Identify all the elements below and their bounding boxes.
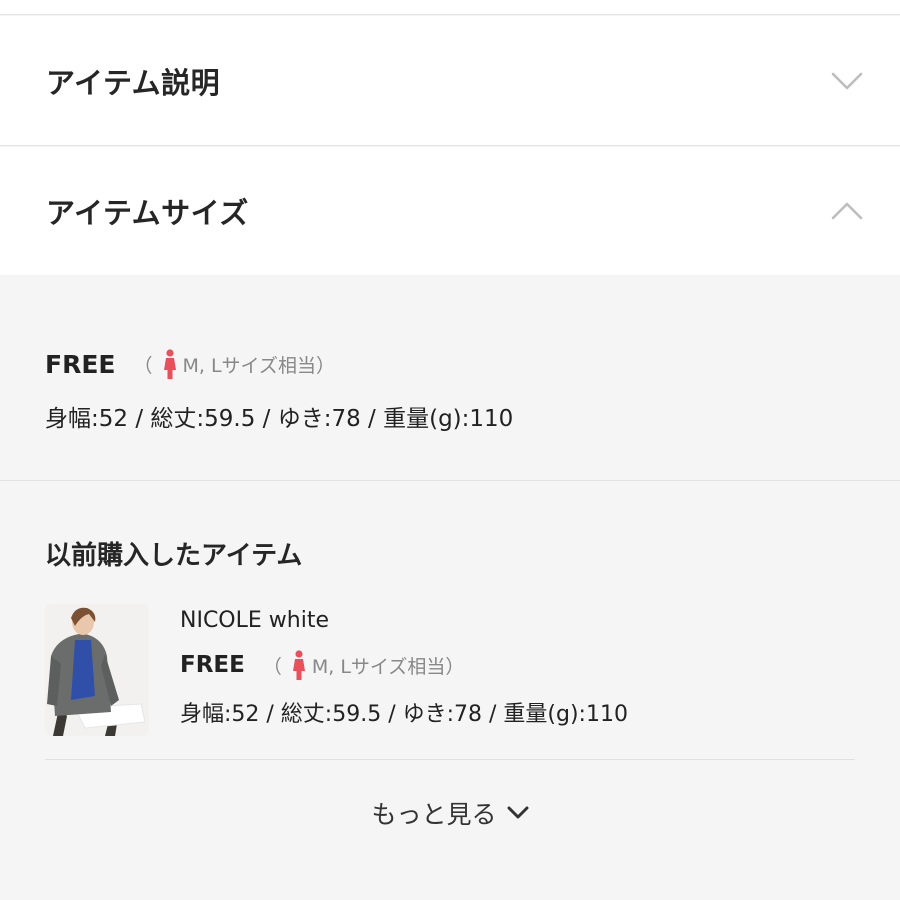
size-note-text: M, Lサイズ相当） [182, 354, 336, 377]
item-size-row: FREE （ M, Lサイズ相当） [180, 650, 464, 680]
item-size-note-text: M, Lサイズ相当） [311, 655, 465, 678]
woman-icon [292, 650, 306, 680]
woman-icon [163, 349, 177, 379]
chevron-down-icon [507, 806, 529, 820]
divider [45, 759, 855, 760]
item-description-title: アイテム説明 [46, 65, 221, 100]
previous-items-title: 以前購入したアイテム [45, 541, 303, 571]
item-size-accordion[interactable]: アイテムサイズ [0, 147, 900, 275]
item-name: NICOLE white [180, 608, 329, 633]
size-dimensions: 身幅:52 / 総丈:59.5 / ゆき:78 / 重量(g):110 [45, 406, 514, 432]
item-size-label: FREE [180, 652, 245, 678]
item-description-accordion[interactable]: アイテム説明 [0, 16, 900, 146]
size-note-open: （ [133, 354, 153, 377]
show-more-button[interactable]: もっと見る [0, 795, 900, 831]
chevron-up-icon [830, 194, 864, 228]
show-more-label: もっと見る [371, 800, 497, 829]
previous-item-info: NICOLE white FREE （ M, Lサイズ相当） 身幅:52 / 総… [180, 604, 855, 739]
item-dimensions: 身幅:52 / 総丈:59.5 / ゆき:78 / 重量(g):110 [180, 702, 628, 727]
item-size-title: アイテムサイズ [46, 196, 249, 230]
top-strip [0, 0, 900, 15]
chevron-down-icon [830, 64, 864, 98]
size-label: FREE [45, 349, 116, 379]
item-size-panel: FREE （ M, Lサイズ相当） 身幅:52 / 総丈:59.5 / ゆき:7… [0, 275, 900, 481]
size-equivalent-note: （ M, Lサイズ相当） [133, 349, 335, 379]
item-size-equivalent-note: （ M, Lサイズ相当） [262, 650, 465, 680]
previous-item-card[interactable]: NICOLE white FREE （ M, Lサイズ相当） 身幅:52 / 総… [45, 604, 855, 739]
size-row: FREE （ M, Lサイズ相当） [45, 349, 335, 379]
product-thumbnail[interactable] [45, 604, 149, 736]
item-size-note-open: （ [262, 655, 282, 678]
